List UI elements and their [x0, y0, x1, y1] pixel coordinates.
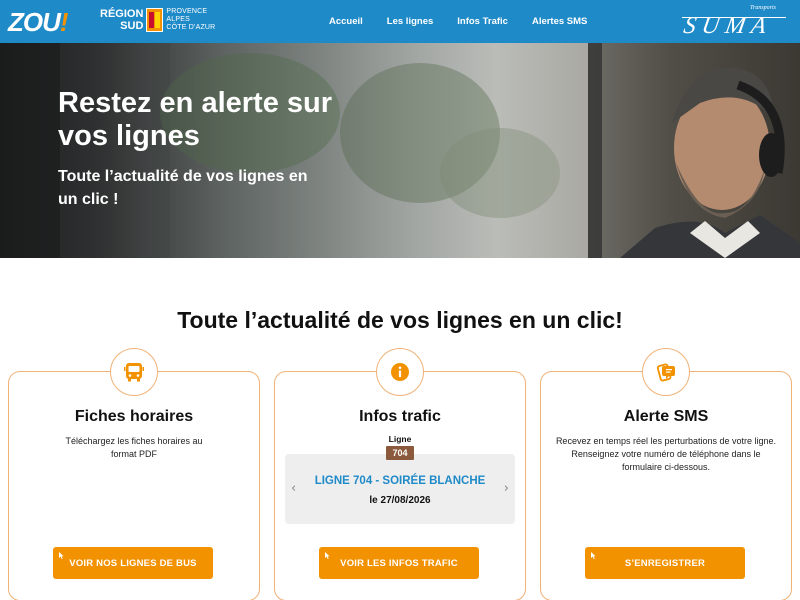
- sms-icon: [642, 348, 690, 396]
- bus-icon: [110, 348, 158, 396]
- zou-logo-text: ZOU: [8, 7, 61, 37]
- ligne-number-badge: 704: [386, 446, 414, 460]
- region-name-line2: SUD: [120, 20, 144, 32]
- card-title: Infos trafic: [359, 408, 441, 425]
- register-button[interactable]: S’ENREGISTRER: [585, 547, 745, 579]
- card-title: Alerte SMS: [623, 408, 709, 425]
- hero-banner: Restez en alerte sur vos lignes Toute l’…: [0, 43, 800, 258]
- main-nav: Accueil Les lignes Infos Trafic Alertes …: [329, 16, 611, 27]
- hero-subtitle: Toute l’actualité de vos lignes en un cl…: [58, 168, 308, 208]
- traffic-item-title[interactable]: LIGNE 704 - SOIRÉE BLANCHE: [285, 475, 515, 487]
- suma-tag: Transports: [749, 5, 776, 11]
- region-subtitle: PROVENCE ALPES CÔTE D'AZUR: [166, 8, 215, 32]
- suma-name: SUMA: [681, 13, 775, 39]
- hero-title: Restez en alerte sur vos lignes: [58, 87, 333, 152]
- card-infos-trafic: Infos trafic Ligne ‹ LIGNE 704 - SOIRÉE …: [274, 348, 526, 600]
- zou-logo-mark: !: [59, 7, 69, 37]
- voir-lignes-bus-button[interactable]: VOIR NOS LIGNES DE BUS: [53, 547, 213, 579]
- suma-logo[interactable]: Transports SUMA: [681, 5, 786, 39]
- info-icon: [376, 348, 424, 396]
- nav-alertes-sms[interactable]: Alertes SMS: [532, 16, 587, 27]
- button-label: VOIR NOS LIGNES DE BUS: [69, 557, 197, 569]
- region-name: RÉGION SUD: [100, 8, 143, 32]
- card-description: Recevez en temps réel les perturbations …: [555, 436, 777, 472]
- cursor-icon: [59, 552, 64, 559]
- chevron-right-icon[interactable]: ›: [504, 481, 509, 496]
- card-title: Fiches horaires: [74, 408, 194, 425]
- card-alerte-sms: Alerte SMS Recevez en temps réel les per…: [540, 348, 792, 600]
- region-name-line1: RÉGION: [100, 8, 144, 20]
- region-sub-line3: CÔTE D'AZUR: [166, 24, 216, 31]
- ligne-label: Ligne: [388, 434, 412, 444]
- nav-infos-trafic[interactable]: Infos Trafic: [457, 16, 508, 27]
- region-sub-line2: ALPES: [166, 16, 190, 23]
- top-header: ZOU! RÉGION SUD PROVENCE ALPES CÔTE D'AZ…: [0, 0, 800, 43]
- region-sub-line1: PROVENCE: [166, 8, 208, 15]
- section-title: Toute l’actualité de vos lignes en un cl…: [177, 307, 623, 333]
- card-description: Téléchargez les fiches horaires au forma…: [65, 436, 203, 459]
- traffic-item-date: le 27/08/2026: [369, 495, 431, 506]
- button-label: VOIR LES INFOS TRAFIC: [340, 557, 458, 569]
- traffic-carousel: ‹ LIGNE 704 - SOIRÉE BLANCHE le 27/08/20…: [285, 454, 515, 524]
- zou-logo[interactable]: ZOU!: [8, 7, 69, 37]
- nav-accueil[interactable]: Accueil: [329, 16, 363, 27]
- cursor-icon: [325, 552, 330, 559]
- region-sud-logo[interactable]: RÉGION SUD PROVENCE ALPES CÔTE D'AZUR: [100, 8, 215, 32]
- voir-infos-trafic-button[interactable]: VOIR LES INFOS TRAFIC: [319, 547, 479, 579]
- cursor-icon: [591, 552, 596, 559]
- button-label: S’ENREGISTRER: [624, 557, 706, 569]
- nav-les-lignes[interactable]: Les lignes: [387, 16, 433, 27]
- region-shield-icon: [146, 8, 164, 32]
- card-fiches-horaires: Fiches horaires Téléchargez les fiches h…: [8, 348, 260, 600]
